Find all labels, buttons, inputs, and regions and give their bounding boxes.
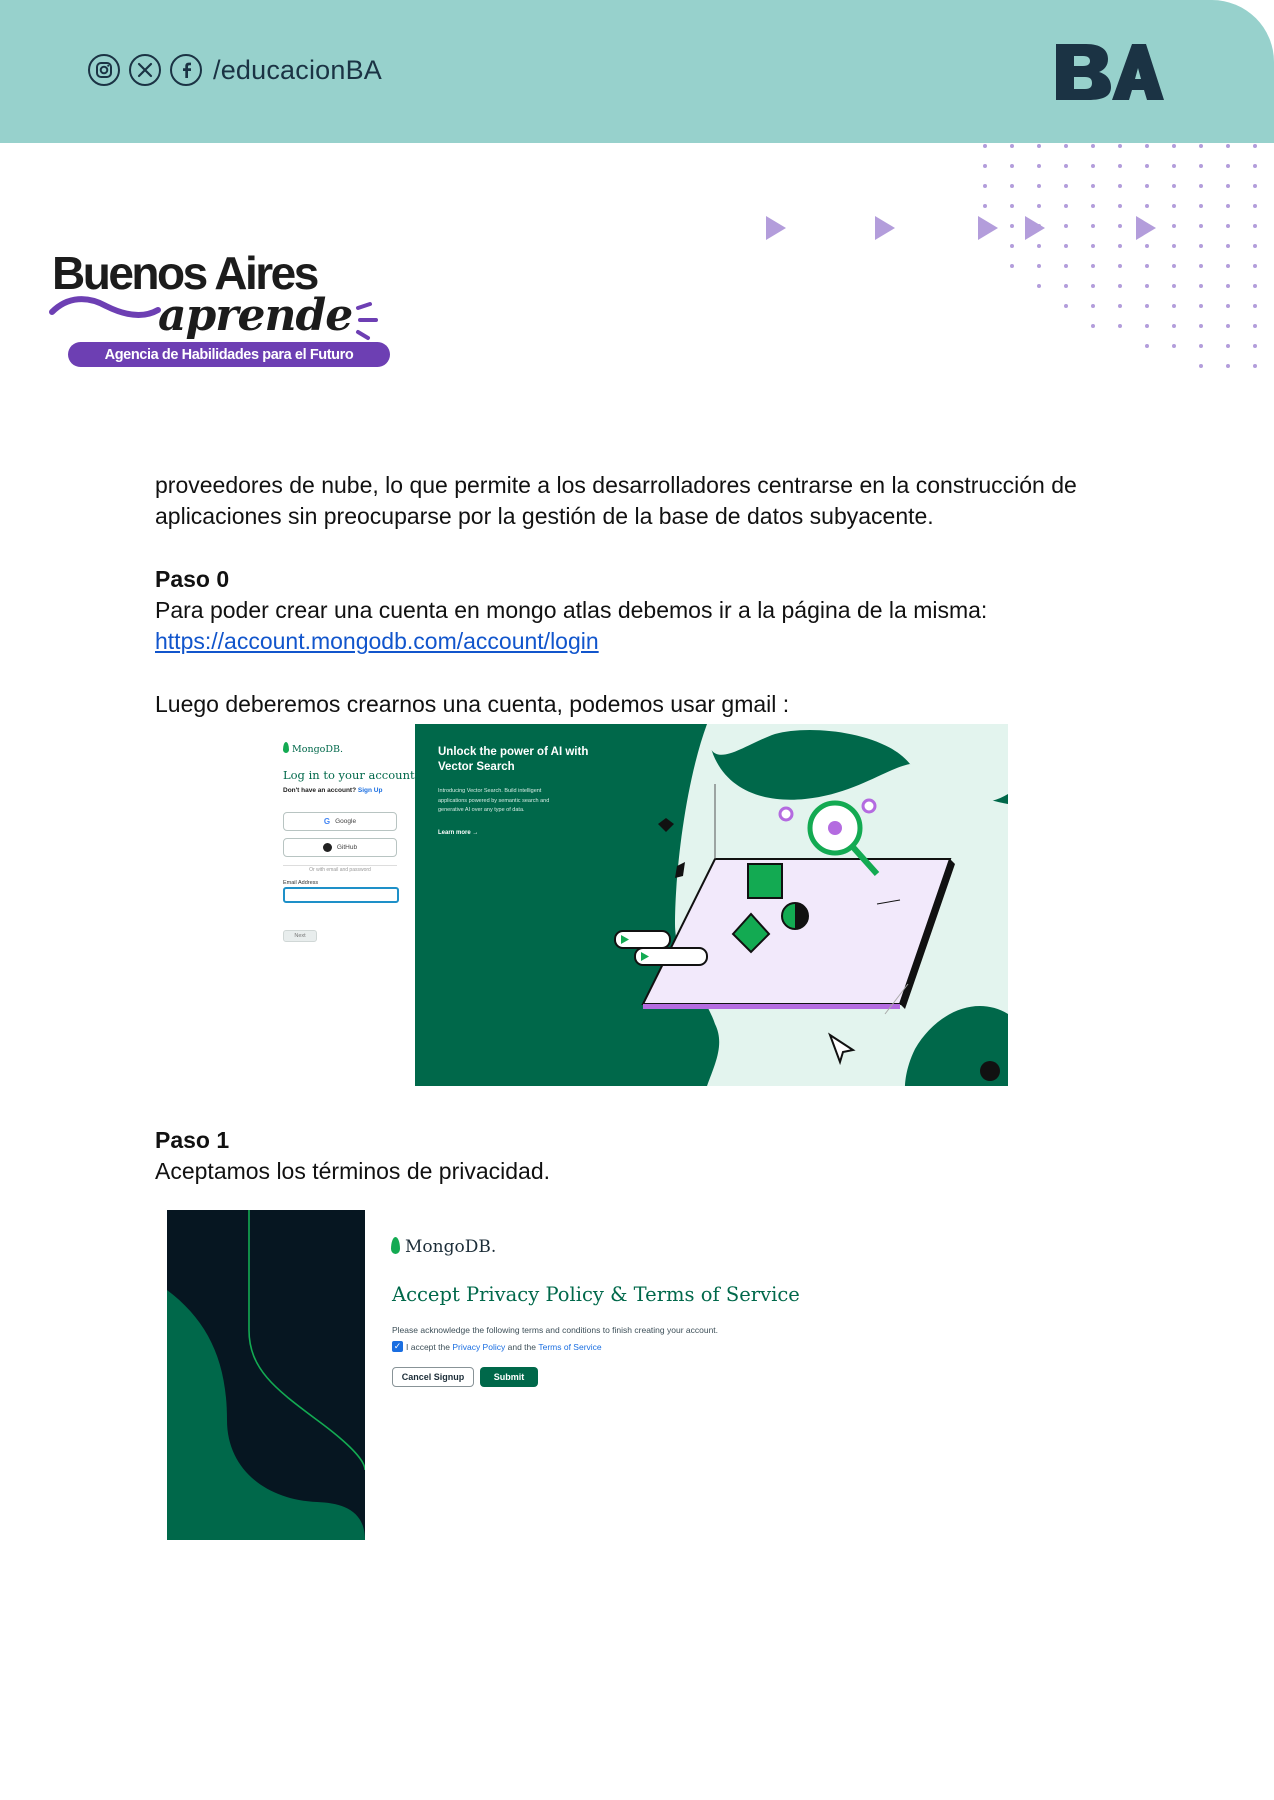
x-twitter-icon[interactable]: [129, 54, 161, 86]
social-links: /educacionBA: [88, 54, 382, 86]
decorative-arrows: [766, 216, 1156, 240]
submit-button[interactable]: Submit: [480, 1367, 538, 1387]
promo-learn-more-link[interactable]: Learn more →: [438, 830, 478, 836]
buenos-aires-aprende-logo: Buenos Aires aprende Agencia de Habilida…: [48, 240, 393, 370]
github-icon: [322, 843, 332, 852]
next-button[interactable]: Next: [283, 930, 317, 942]
login-panel: MongoDB. Log in to your account Don't ha…: [277, 724, 415, 1086]
email-label: Email Address: [283, 880, 319, 886]
privacy-mongodb-brand: MongoDB.: [391, 1237, 496, 1257]
intro-line-1: proveedores de nube, lo que permite a lo…: [155, 472, 1077, 498]
brand-tagline: Agencia de Habilidades para el Futuro: [68, 342, 390, 367]
mongodb-leaf-icon: [283, 742, 289, 753]
step-0-text: Para poder crear una cuenta en mongo atl…: [155, 597, 988, 623]
mongodb-login-screenshot: MongoDB. Log in to your account Don't ha…: [277, 724, 1008, 1086]
terms-of-service-link[interactable]: Terms of Service: [538, 1342, 601, 1352]
step-0-section: Paso 0 Para poder crear una cuenta en mo…: [155, 564, 1115, 657]
email-divider: Or with email and password: [283, 865, 397, 873]
decorative-dot-grid: [983, 144, 1257, 368]
mongodb-login-link[interactable]: https://account.mongodb.com/account/logi…: [155, 628, 599, 654]
mongodb-privacy-screenshot: MongoDB. Accept Privacy Policy & Terms o…: [167, 1210, 800, 1540]
cancel-signup-button[interactable]: Cancel Signup: [392, 1367, 474, 1387]
email-input[interactable]: [283, 887, 399, 903]
instagram-icon[interactable]: [88, 54, 120, 86]
ba-logo: [1056, 44, 1164, 100]
step-1-text: Aceptamos los términos de privacidad.: [155, 1158, 551, 1184]
checkbox-checked-icon[interactable]: ✓: [392, 1341, 403, 1352]
privacy-decor-panel: [167, 1210, 365, 1540]
signup-link[interactable]: Sign Up: [358, 787, 383, 794]
facebook-icon[interactable]: [170, 54, 202, 86]
step-0-after: Luego deberemos crearnos una cuenta, pod…: [155, 691, 790, 717]
header-band: /educacionBA: [0, 0, 1274, 143]
brand-script: aprende: [158, 290, 353, 341]
mongodb-leaf-icon: [391, 1237, 400, 1254]
promo-text: Introducing Vector Search. Build intelli…: [438, 788, 550, 813]
privacy-decor-art: [167, 1210, 365, 1540]
privacy-title: Accept Privacy Policy & Terms of Service: [392, 1283, 800, 1306]
step-0-heading: Paso 0: [155, 566, 230, 592]
promo-title: Unlock the power of AI with Vector Searc…: [438, 746, 589, 773]
step-1-section: Paso 1 Aceptamos los términos de privaci…: [155, 1125, 1115, 1187]
vector-search-promo: Unlock the power of AI with Vector Searc…: [415, 724, 1008, 1086]
google-login-button[interactable]: G Google: [283, 812, 397, 831]
login-mongodb-brand: MongoDB.: [283, 742, 343, 755]
step-1-heading: Paso 1: [155, 1127, 230, 1153]
privacy-note: Please acknowledge the following terms a…: [392, 1325, 719, 1335]
login-title: Log in to your account: [283, 768, 415, 782]
privacy-policy-link[interactable]: Privacy Policy: [452, 1342, 505, 1352]
intro-line-2: aplicaciones sin preocuparse por la gest…: [155, 503, 934, 529]
signup-prompt: Don't have an account? Sign Up: [283, 787, 383, 794]
github-login-button[interactable]: GitHub: [283, 838, 397, 857]
vector-search-illustration: [614, 724, 1008, 1086]
social-handle[interactable]: /educacionBA: [213, 55, 382, 86]
accept-terms-checkbox-row[interactable]: ✓ I accept the Privacy Policy and the Te…: [392, 1341, 602, 1352]
google-icon: G: [323, 817, 331, 826]
intro-paragraph: proveedores de nube, lo que permite a lo…: [155, 470, 1115, 532]
